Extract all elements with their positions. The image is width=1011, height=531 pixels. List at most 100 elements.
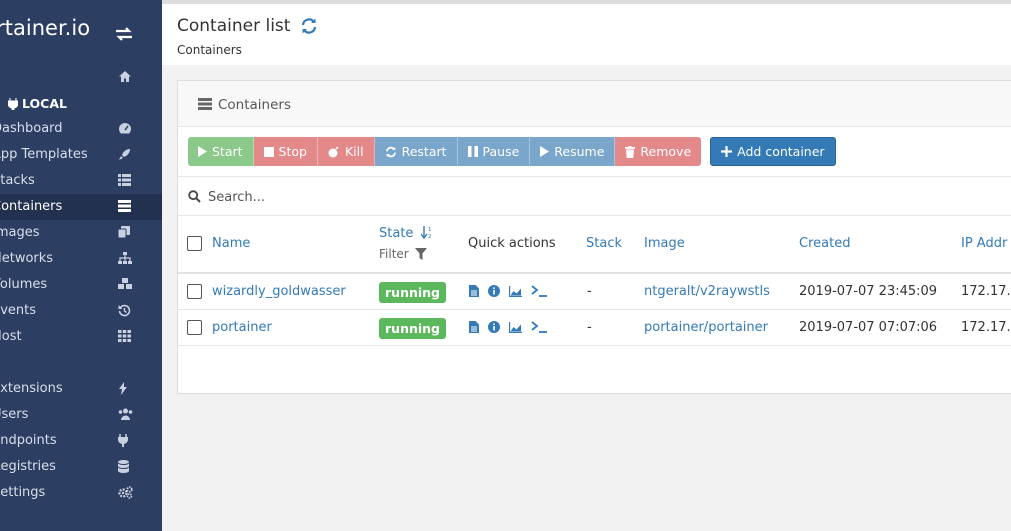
select-all-checkbox[interactable] <box>187 236 202 251</box>
column-state-header[interactable]: State 12 <box>379 226 433 241</box>
plug-icon <box>118 434 128 447</box>
restart-label: Restart <box>401 144 447 159</box>
users-icon <box>118 408 133 420</box>
column-stack-header[interactable]: Stack <box>586 236 622 251</box>
containers-widget: Containers Start Stop Kill Restart Pause… <box>177 80 1011 394</box>
th-list-icon <box>118 174 131 186</box>
endpoint-label: LOCAL <box>8 96 67 111</box>
brand-logo[interactable]: portainer.io <box>0 16 90 40</box>
filter-icon <box>414 248 427 260</box>
server-icon <box>118 200 131 212</box>
quick-actions <box>469 321 548 333</box>
clone-icon <box>118 226 130 238</box>
bomb-icon <box>328 145 339 157</box>
table-row: portainer running - portainer/portainer … <box>178 310 1011 346</box>
page-title: Container list <box>177 16 291 36</box>
column-quick-actions-header: Quick actions <box>468 236 556 251</box>
bolt-icon <box>118 382 128 395</box>
stats-icon[interactable] <box>509 285 522 297</box>
stack-value: - <box>587 320 592 335</box>
cubes-icon <box>118 278 132 290</box>
status-badge: running <box>379 318 446 339</box>
sidebar-item-volumes[interactable]: Volumes <box>0 272 162 298</box>
sidebar-item-label: Settings <box>0 485 46 500</box>
sidebar-item-endpoints[interactable]: Endpoints <box>0 428 162 454</box>
sidebar-item-containers[interactable]: Containers <box>0 194 162 220</box>
sidebar-item-label: Stacks <box>0 173 35 188</box>
database-icon <box>118 460 129 473</box>
th-icon <box>118 330 131 342</box>
history-icon <box>118 304 131 317</box>
sidebar-item-host[interactable]: Host <box>0 324 162 350</box>
column-created-header[interactable]: Created <box>799 236 850 251</box>
sidebar-item-events[interactable]: Events <box>0 298 162 324</box>
row-checkbox[interactable] <box>187 284 202 299</box>
widget-title: Containers <box>218 97 292 113</box>
add-container-button[interactable]: Add container <box>710 137 836 166</box>
restart-button[interactable]: Restart <box>374 137 458 166</box>
sidebar-item-registries[interactable]: Registries <box>0 454 162 480</box>
created-value: 2019-07-07 07:07:06 <box>799 320 938 335</box>
image-link[interactable]: portainer/portainer <box>644 320 768 335</box>
sidebar-item-users[interactable]: Users <box>0 402 162 428</box>
remove-button[interactable]: Remove <box>615 137 702 166</box>
sidebar-item-label: App Templates <box>0 147 88 162</box>
endpoint-name: LOCAL <box>22 96 67 111</box>
sidebar-item-stacks[interactable]: Stacks <box>0 168 162 194</box>
refresh-icon[interactable] <box>300 17 318 35</box>
image-link[interactable]: ntgeralt/v2raywstls <box>644 284 770 299</box>
sidebar-item-home[interactable] <box>0 64 162 90</box>
sidebar-item-dashboard[interactable]: Dashboard <box>0 116 162 142</box>
state-filter[interactable]: Filter <box>379 247 427 261</box>
container-name-link[interactable]: portainer <box>212 320 272 335</box>
add-container-label: Add container <box>737 144 825 159</box>
sidebar-item-label: Events <box>0 303 37 318</box>
info-icon[interactable] <box>488 285 500 297</box>
sidebar: portainer.io LOCAL Dashboard App Templat… <box>0 0 162 531</box>
column-name-header[interactable]: Name <box>212 236 250 251</box>
logs-icon[interactable] <box>469 321 479 333</box>
pause-label: Pause <box>482 144 520 159</box>
plus-icon <box>721 146 733 157</box>
sidebar-item-label: Containers <box>0 199 63 214</box>
ip-value: 172.17.0. <box>961 284 1011 299</box>
created-value: 2019-07-07 23:45:09 <box>799 284 938 299</box>
svg-text:2: 2 <box>428 234 432 239</box>
tachometer-icon <box>118 122 132 134</box>
resume-button[interactable]: Resume <box>530 137 616 166</box>
column-state-label: State <box>379 226 414 241</box>
rocket-icon <box>118 148 131 161</box>
container-name-link[interactable]: wizardly_goldwasser <box>212 284 346 299</box>
start-button[interactable]: Start <box>188 137 254 166</box>
pause-button[interactable]: Pause <box>457 137 531 166</box>
stop-button[interactable]: Stop <box>253 137 318 166</box>
console-icon[interactable] <box>531 285 548 297</box>
sidebar-item-extensions[interactable]: Extensions <box>0 376 162 402</box>
console-icon[interactable] <box>531 321 548 333</box>
row-checkbox[interactable] <box>187 320 202 335</box>
stats-icon[interactable] <box>509 321 522 333</box>
kill-button[interactable]: Kill <box>317 137 375 166</box>
column-image-header[interactable]: Image <box>644 236 685 251</box>
sidebar-item-networks[interactable]: Networks <box>0 246 162 272</box>
pause-icon <box>467 146 478 157</box>
sidebar-item-label: Users <box>0 407 29 422</box>
home-icon <box>118 70 132 83</box>
trash-icon <box>625 145 636 158</box>
stop-icon <box>263 146 274 157</box>
sidebar-item-images[interactable]: Images <box>0 220 162 246</box>
info-icon[interactable] <box>488 321 500 333</box>
resume-label: Resume <box>554 144 605 159</box>
remove-label: Remove <box>640 144 692 159</box>
action-toolbar: Start Stop Kill Restart Pause Resume Rem… <box>188 137 836 166</box>
cogs-icon <box>118 486 133 499</box>
kill-label: Kill <box>344 144 364 159</box>
sidebar-item-settings[interactable]: Settings <box>0 480 162 506</box>
search-input[interactable] <box>208 185 608 209</box>
refresh-icon <box>385 146 396 157</box>
sidebar-item-app-templates[interactable]: App Templates <box>0 142 162 168</box>
column-ip-header[interactable]: IP Addr <box>961 236 1007 251</box>
logs-icon[interactable] <box>469 285 479 297</box>
sidebar-toggle-icon[interactable] <box>115 26 133 42</box>
table-row: wizardly_goldwasser running - ntgeralt/v… <box>178 274 1011 310</box>
